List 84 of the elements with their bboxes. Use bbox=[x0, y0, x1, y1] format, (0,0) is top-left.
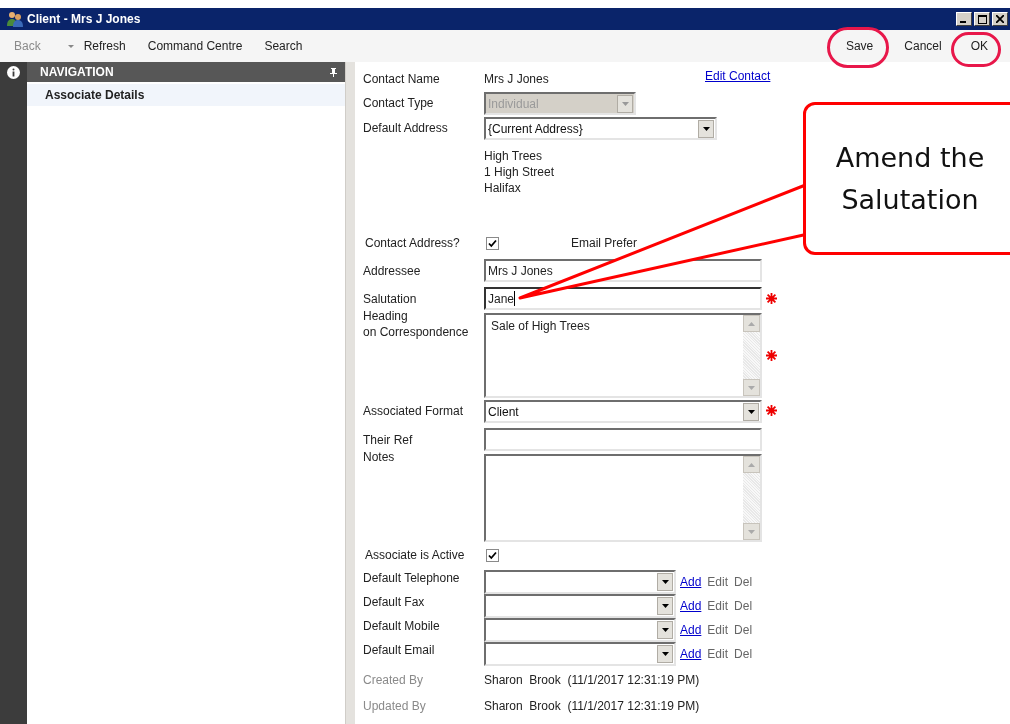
dropdown-button[interactable] bbox=[698, 119, 714, 138]
dropdown-field[interactable] bbox=[484, 570, 676, 594]
audit-value: Sharon Brook (11/1/2017 12:31:19 PM) bbox=[484, 698, 700, 715]
address-line: High Trees bbox=[484, 148, 544, 164]
field-label: Salutation bbox=[363, 290, 418, 307]
info-icon bbox=[7, 66, 20, 79]
dropdown-field[interactable]: {Current Address} bbox=[484, 117, 717, 140]
field-label: Default Email bbox=[363, 642, 436, 658]
field-label: Contact Name bbox=[363, 71, 441, 87]
checkmark-icon bbox=[488, 550, 497, 560]
dropdown-arrow-icon bbox=[661, 628, 669, 632]
action-label[interactable]: Edit bbox=[707, 645, 729, 663]
toolbar-button[interactable]: Save bbox=[845, 37, 874, 55]
field-label: Contact Address? bbox=[365, 235, 461, 251]
dropdown-arrow-icon bbox=[621, 101, 629, 106]
down-arrow-icon bbox=[748, 529, 755, 534]
text-field[interactable]: Jane bbox=[484, 287, 762, 310]
add-link[interactable]: Add bbox=[680, 645, 702, 663]
field-label: Associate is Active bbox=[365, 547, 466, 563]
toolbar-button[interactable]: Refresh bbox=[83, 37, 126, 55]
action-label[interactable]: Del bbox=[734, 645, 753, 663]
pin-icon[interactable] bbox=[330, 67, 337, 77]
edit-contact-link[interactable]: Edit Contact bbox=[705, 67, 771, 85]
people-icon bbox=[6, 11, 24, 27]
email-preference-label: Email Prefer bbox=[571, 235, 638, 252]
field-label: Updated By bbox=[363, 698, 427, 714]
dropdown-arrow-icon bbox=[702, 126, 710, 131]
field-label: Notes bbox=[363, 449, 396, 465]
maximize-icon bbox=[977, 14, 987, 24]
field-label: Addressee bbox=[363, 262, 422, 279]
add-link[interactable]: Add bbox=[680, 621, 702, 639]
dropdown-field[interactable]: Client bbox=[484, 400, 762, 423]
action-label[interactable]: Del bbox=[734, 621, 753, 639]
add-link[interactable]: Add bbox=[680, 573, 702, 591]
toolbar-button[interactable]: Command Centre bbox=[147, 37, 243, 55]
dropdown-arrow-icon bbox=[661, 604, 669, 608]
toolbar-button[interactable]: Search bbox=[264, 37, 303, 55]
up-arrow-icon bbox=[748, 462, 755, 467]
close-button[interactable] bbox=[992, 12, 1008, 26]
checkmark-icon bbox=[488, 238, 497, 248]
up-arrow-icon bbox=[748, 321, 755, 326]
field-label: Associated Format bbox=[363, 403, 465, 419]
contact-name: Mrs J Jones bbox=[484, 71, 550, 88]
dropdown-button[interactable] bbox=[657, 573, 673, 591]
action-label[interactable]: Del bbox=[734, 597, 753, 615]
field-label: Default Telephone bbox=[363, 570, 461, 586]
field-label: Their Ref bbox=[363, 431, 414, 448]
dropdown-field[interactable] bbox=[484, 618, 676, 642]
navigation-title: NAVIGATION bbox=[40, 64, 115, 81]
text-field[interactable] bbox=[484, 428, 762, 451]
dropdown-arrow-icon bbox=[747, 409, 755, 414]
checkbox[interactable] bbox=[486, 236, 499, 250]
dropdown-field[interactable] bbox=[484, 642, 676, 666]
dropdown-arrow-icon bbox=[661, 580, 669, 584]
down-arrow-icon bbox=[748, 385, 755, 390]
audit-value: Sharon Brook (11/1/2017 12:31:19 PM) bbox=[484, 672, 700, 689]
window-title: Client - Mrs J Jones bbox=[27, 11, 141, 28]
field-label: Heading on Correspondence bbox=[363, 308, 470, 340]
action-label[interactable]: Edit bbox=[707, 573, 729, 591]
close-icon bbox=[996, 15, 1004, 23]
minimize-button[interactable] bbox=[956, 12, 972, 26]
address-line: 1 High Street bbox=[484, 164, 555, 180]
toolbar-button[interactable]: Cancel bbox=[904, 37, 942, 55]
dropdown-button[interactable] bbox=[657, 645, 673, 663]
field-label: Contact Type bbox=[363, 95, 435, 111]
add-link[interactable]: Add bbox=[680, 597, 702, 615]
address-line: Halifax bbox=[484, 180, 522, 196]
dropdown-field[interactable] bbox=[484, 594, 676, 618]
field-label: Default Mobile bbox=[363, 618, 441, 634]
callout-text: Amend the Salutation bbox=[834, 140, 986, 217]
toolbar-button[interactable]: OK bbox=[970, 37, 988, 55]
dropdown-arrow-icon bbox=[661, 652, 669, 656]
dropdown-button[interactable] bbox=[657, 621, 673, 639]
navigation-item[interactable]: Associate Details bbox=[27, 84, 345, 106]
dropdown-button[interactable] bbox=[743, 402, 759, 421]
field-label: Created By bbox=[363, 672, 425, 688]
action-label[interactable]: Edit bbox=[707, 621, 729, 639]
maximize-button[interactable] bbox=[974, 12, 990, 26]
dropdown-button[interactable] bbox=[657, 597, 673, 615]
field-label: Default Address bbox=[363, 120, 449, 136]
field-label: Default Fax bbox=[363, 594, 426, 610]
action-label[interactable]: Edit bbox=[707, 597, 729, 615]
action-label[interactable]: Del bbox=[734, 573, 753, 591]
checkbox[interactable] bbox=[486, 548, 499, 562]
